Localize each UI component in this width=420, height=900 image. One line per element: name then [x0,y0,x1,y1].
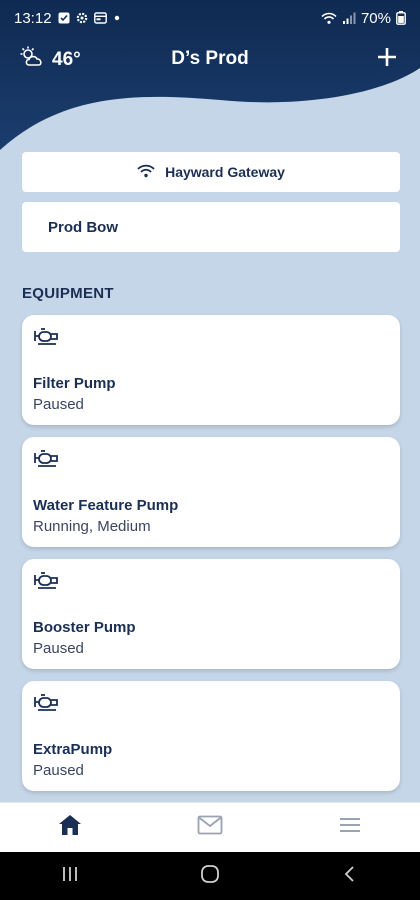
bottom-navigation [0,802,420,852]
card-notification-icon [93,12,107,24]
weather-widget[interactable]: 46° [20,46,81,74]
wifi-icon [137,164,155,181]
battery-icon [396,11,406,25]
pump-icon [32,327,60,347]
pump-icon [32,693,60,713]
equipment-status: Paused [33,396,84,413]
home-system-button[interactable] [180,852,240,900]
recent-apps-icon [61,866,79,887]
battery-percent: 70% [360,9,391,27]
circle-home-icon [200,864,220,889]
equipment-section-title: EQUIPMENT [22,285,114,302]
nav-home[interactable] [40,803,100,853]
settings-notification-icon [76,12,88,24]
equipment-status: Paused [33,762,84,779]
nav-messages[interactable] [180,803,240,853]
status-time: 13:12 [14,9,52,27]
equipment-card-extra-pump[interactable]: ExtraPump Paused [22,681,400,791]
equipment-status: Running, Medium [33,518,151,535]
equipment-name: Booster Pump [33,619,136,636]
pump-icon [32,571,60,591]
equipment-status: Paused [33,640,84,657]
equipment-name: Water Feature Pump [33,497,179,514]
back-system-button[interactable] [320,852,380,900]
body-of-water-label: Prod Bow [48,218,118,236]
gateway-label: Hayward Gateway [165,164,285,180]
nav-menu[interactable] [320,803,380,853]
mail-icon [197,815,223,840]
equipment-card-water-feature-pump[interactable]: Water Feature Pump Running, Medium [22,437,400,547]
body-of-water-card[interactable]: Prod Bow [22,202,400,252]
plus-icon[interactable] [374,44,400,70]
status-right: 70% [321,10,406,27]
status-bar: 13:12 70% [0,0,420,36]
page-title: D’s Prod [171,48,249,69]
system-navigation-bar [0,852,420,900]
partly-cloudy-icon [20,46,46,74]
pump-icon [32,449,60,469]
home-icon [57,813,83,842]
app-header: 46° D’s Prod [0,40,420,78]
check-notification-icon [58,12,70,24]
equipment-card-filter-pump[interactable]: Filter Pump Paused [22,315,400,425]
equipment-card-booster-pump[interactable]: Booster Pump Paused [22,559,400,669]
gateway-card[interactable]: Hayward Gateway [22,152,400,192]
menu-icon [338,816,362,839]
status-left: 13:12 [14,10,121,27]
temperature: 46° [52,49,81,70]
back-chevron-icon [343,865,357,888]
recent-apps-button[interactable] [40,852,100,900]
equipment-name: ExtraPump [33,741,113,758]
signal-icon [342,12,356,25]
equipment-name: Filter Pump [33,375,116,392]
more-notifications-dot-icon [113,12,121,24]
wifi-status-icon [321,12,337,25]
